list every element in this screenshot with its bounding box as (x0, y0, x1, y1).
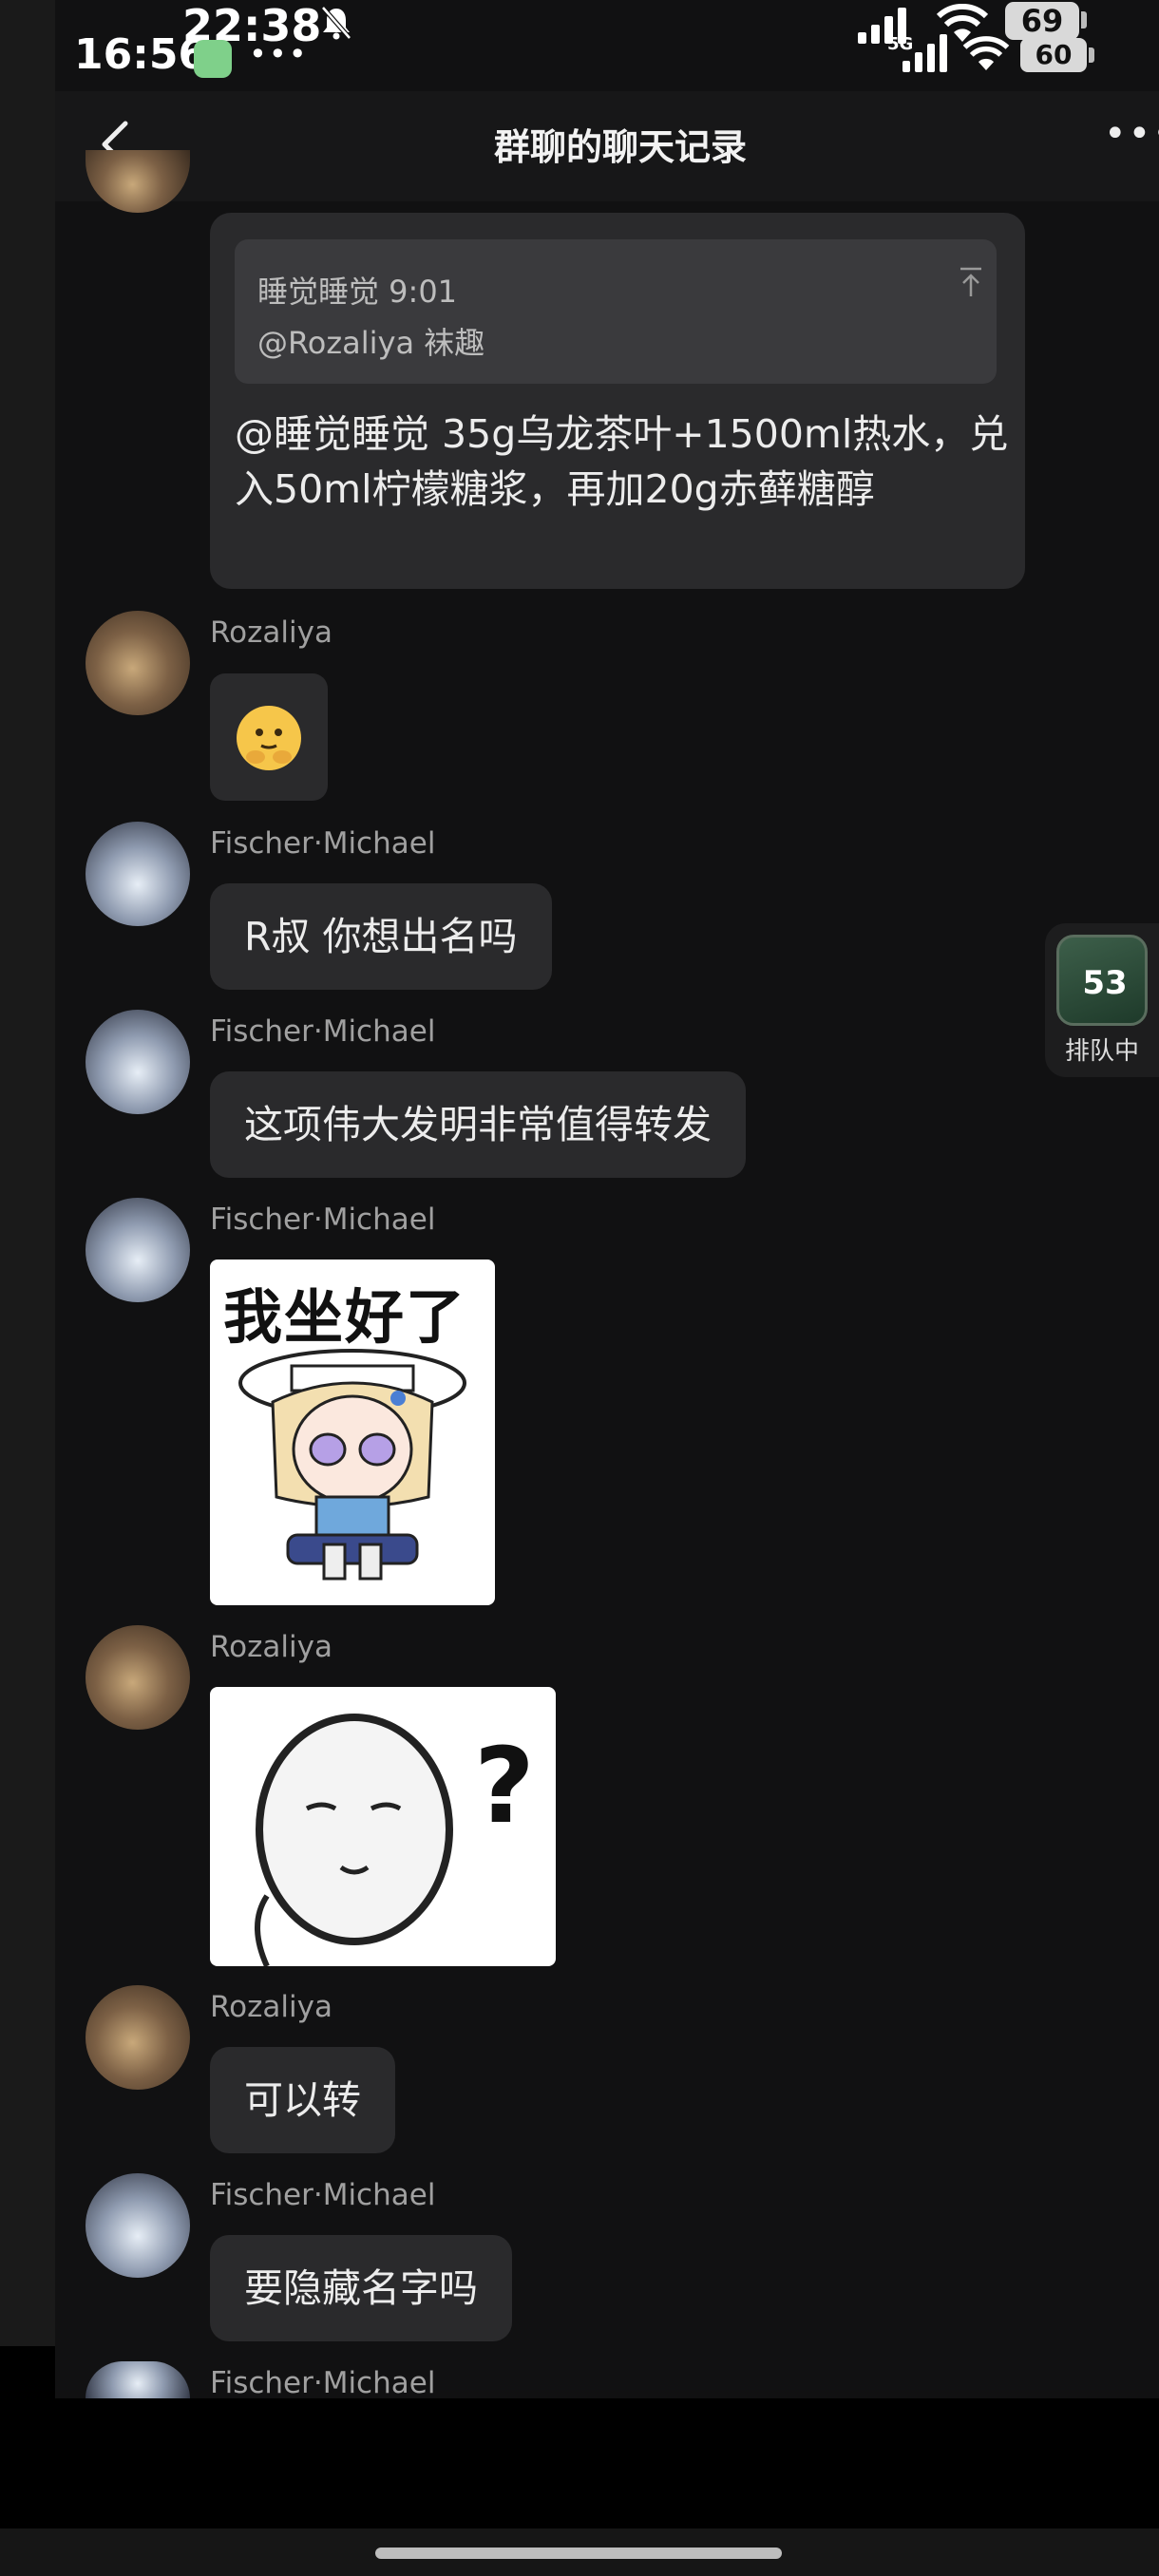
emoji-message[interactable] (210, 673, 328, 801)
sender-name: Rozaliya (210, 1990, 332, 2024)
battery-nub-secondary (1089, 47, 1094, 63)
queue-label: 排队中 (1064, 1037, 1139, 1066)
sender-name: Fischer·Michael (210, 2366, 436, 2400)
home-indicator[interactable] (375, 2548, 782, 2559)
avatar[interactable] (86, 2173, 190, 2278)
emoji-icon (237, 706, 301, 770)
page-title: 群聊的聊天记录 (493, 126, 747, 168)
queue-floating-badge[interactable]: 53 排队中 (1045, 923, 1159, 1077)
sticker-message[interactable]: 我坐好了 (210, 1260, 495, 1605)
pin-top-icon[interactable] (957, 266, 985, 298)
battery-icon: 69 (1005, 2, 1079, 40)
quoted-author-time: 睡觉睡觉 9:01 (257, 274, 458, 310)
chat-header: 群聊的聊天记录 ••• (55, 91, 1159, 201)
sender-name: Rozaliya (210, 616, 332, 650)
status-more-dots: ••• (249, 36, 309, 72)
quoted-text: @Rozaliya 袜趣 (257, 325, 485, 361)
status-time-outer: 16:56 (74, 30, 208, 79)
battery-nub (1081, 11, 1087, 28)
sender-name: Fischer·Michael (210, 1014, 436, 1049)
left-edge-strip (0, 0, 55, 2346)
more-icon[interactable]: ••• (1104, 112, 1159, 156)
bell-off-icon (321, 6, 352, 40)
avatar[interactable] (86, 1010, 190, 1114)
queue-count: 53 (1082, 964, 1128, 1002)
sender-name: Rozaliya (210, 1630, 332, 1664)
avatar[interactable] (86, 1198, 190, 1302)
message-bubble[interactable]: 要隐藏名字吗 (210, 2235, 512, 2341)
sender-name: Fischer·Michael (210, 2178, 436, 2212)
sticker-character (238, 1349, 466, 1581)
message-bubble[interactable]: R叔 你想出名吗 (210, 883, 552, 990)
wifi-icon-secondary (962, 36, 1010, 71)
quote-reply-bubble[interactable]: 睡觉睡觉 9:01 @Rozaliya 袜趣 @睡觉睡觉 35g乌龙茶叶+150… (210, 213, 1025, 589)
avatar[interactable] (86, 1985, 190, 2090)
avatar[interactable] (86, 611, 190, 715)
sticker-message[interactable]: ? (210, 1687, 556, 1966)
avatar[interactable] (86, 1625, 190, 1730)
message-bubble[interactable]: 可以转 (210, 2047, 395, 2153)
battery-icon-secondary: 60 (1020, 38, 1087, 72)
sender-name: Fischer·Michael (210, 826, 436, 861)
quoted-message[interactable]: 睡觉睡觉 9:01 @Rozaliya 袜趣 (235, 239, 997, 384)
message-bubble[interactable]: 这项伟大发明非常值得转发 (210, 1071, 746, 1178)
avatar[interactable] (86, 822, 190, 926)
game-app-icon: 53 (1056, 935, 1148, 1026)
sticker-question-mark: ? (474, 1725, 535, 1847)
app-notification-icon (194, 40, 232, 78)
reply-text: @睡觉睡觉 35g乌龙茶叶+1500ml热水，兑入50ml柠檬糖浆，再加20g赤… (235, 411, 1009, 512)
sender-name: Fischer·Michael (210, 1203, 436, 1237)
